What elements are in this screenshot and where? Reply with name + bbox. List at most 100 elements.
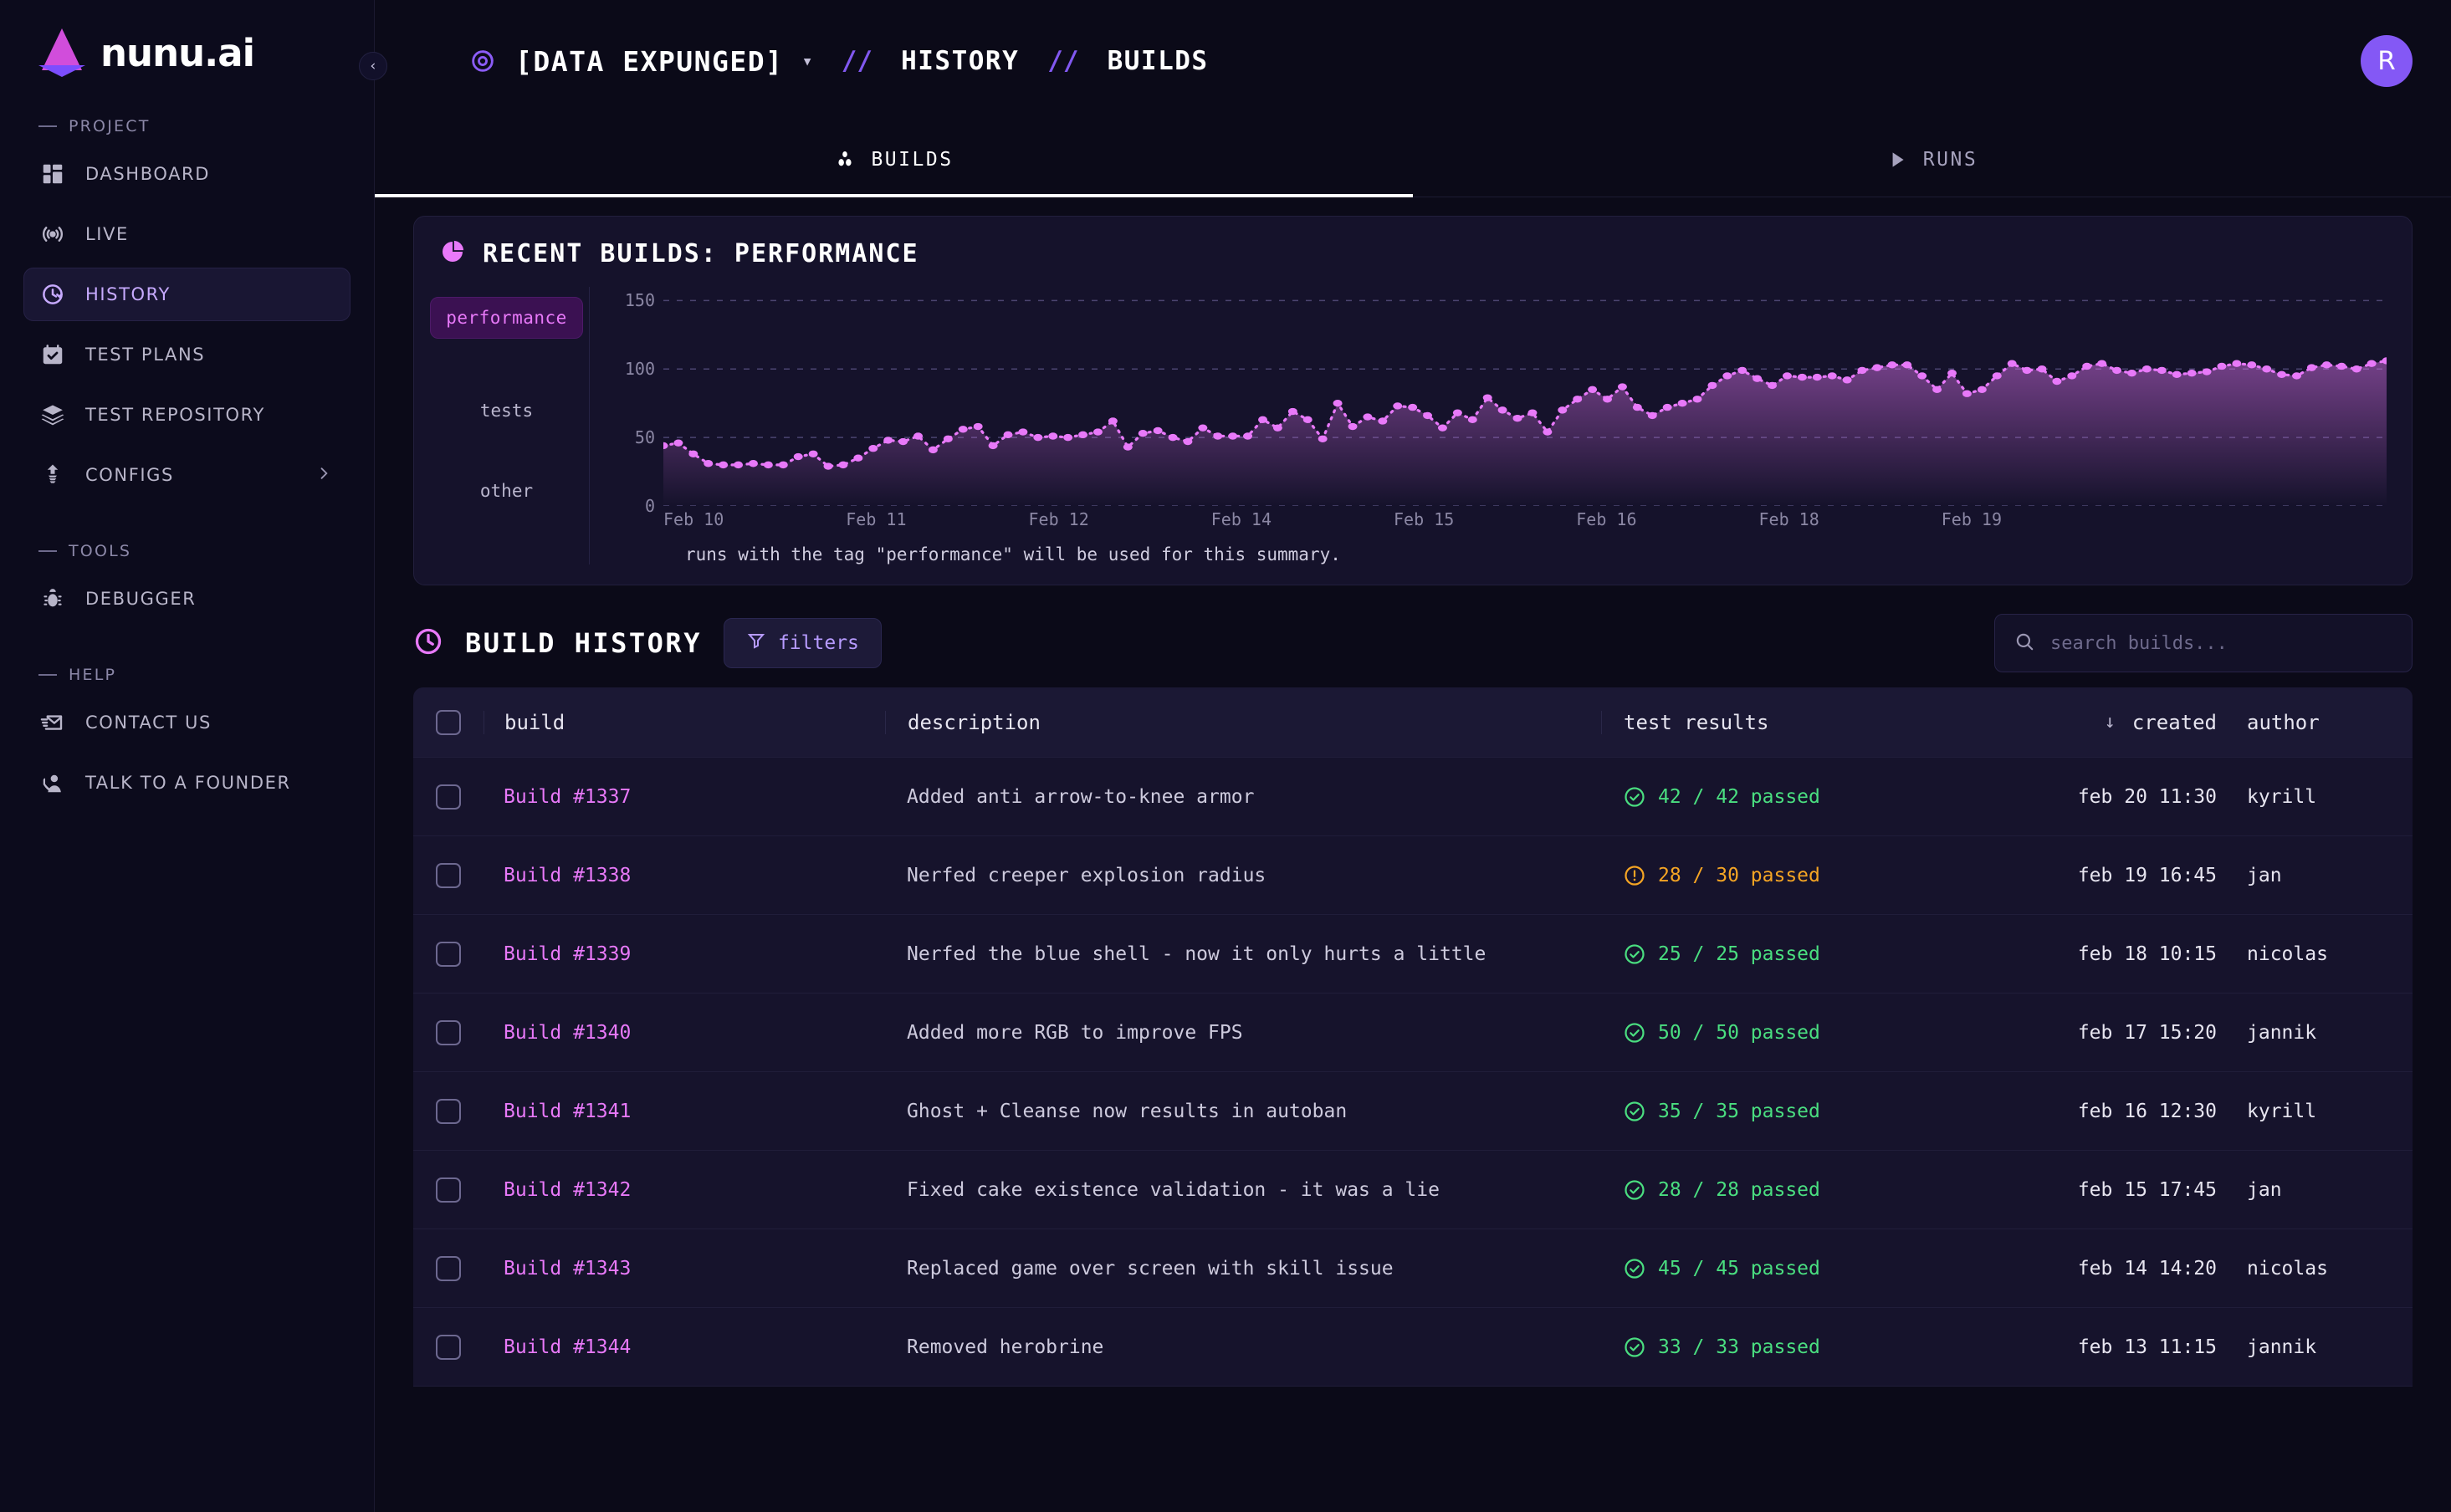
chevron-right-icon[interactable] (315, 465, 332, 486)
row-checkbox[interactable] (436, 863, 461, 888)
sidebar-item-test-plans[interactable]: TEST PLANS (23, 328, 351, 381)
author-text: nicolas (2247, 943, 2328, 965)
table-row[interactable]: Build #1337Added anti arrow-to-knee armo… (413, 758, 2413, 836)
row-select-cell[interactable] (413, 1099, 484, 1124)
table-row[interactable]: Build #1344Removed herobrine33 / 33 pass… (413, 1308, 2413, 1387)
cell-author: jan (2228, 1179, 2413, 1201)
row-select-cell[interactable] (413, 942, 484, 967)
breadcrumb-history[interactable]: HISTORY (901, 46, 1019, 76)
row-select-cell[interactable] (413, 1256, 484, 1281)
table-row[interactable]: Build #1342Fixed cake existence validati… (413, 1151, 2413, 1229)
cell-build: Build #1339 (484, 943, 885, 965)
chart-point (1858, 367, 1867, 374)
column-header-author[interactable]: author (2228, 711, 2413, 734)
tab-runs[interactable]: RUNS (1413, 122, 2451, 197)
sidebar-item-test-repository[interactable]: TEST REPOSITORY (23, 388, 351, 442)
row-checkbox[interactable] (436, 942, 461, 967)
table-row[interactable]: Build #1340Added more RGB to improve FPS… (413, 994, 2413, 1072)
chart-body: performance tests other 050100150 Feb 10… (439, 287, 2387, 564)
breadcrumb-separator-1: // (842, 46, 872, 76)
cell-description: Removed herobrine (885, 1336, 1601, 1358)
row-select-cell[interactable] (413, 1177, 484, 1203)
avatar[interactable]: R (2361, 35, 2413, 87)
sidebar-item-debugger[interactable]: DEBUGGER (23, 572, 351, 626)
chart-point (2038, 365, 2047, 372)
sidebar-item-dashboard[interactable]: DASHBOARD (23, 147, 351, 201)
select-all-checkbox[interactable] (436, 710, 461, 735)
row-checkbox[interactable] (436, 1256, 461, 1281)
build-link[interactable]: Build #1341 (504, 1101, 631, 1122)
description-text: Ghost + Cleanse now results in autoban (907, 1101, 1347, 1122)
table-row[interactable]: Build #1339Nerfed the blue shell - now i… (413, 915, 2413, 994)
test-results-text: 50 / 50 passed (1658, 1022, 1820, 1044)
chart-tag-other[interactable]: other (465, 471, 548, 511)
chevron-down-icon[interactable]: ▾ (802, 51, 813, 72)
build-link[interactable]: Build #1338 (504, 865, 631, 886)
table-row[interactable]: Build #1341 Ghost + Cleanse now results i… (413, 1072, 2413, 1151)
column-header-created[interactable]: ↓ created (1961, 711, 2228, 734)
author-text: jannik (2247, 1336, 2316, 1358)
chart-tag-tests[interactable]: tests (465, 391, 548, 431)
chart-tag-performance[interactable]: performance (430, 297, 583, 339)
breadcrumb-project[interactable]: [DATA EXPUNGED] (515, 45, 784, 78)
chart-point (1558, 406, 1567, 413)
table-row[interactable]: Build #1343 Replaced game over screen wit… (413, 1229, 2413, 1308)
chart-point (1527, 409, 1537, 416)
row-checkbox[interactable] (436, 1177, 461, 1203)
check-circle-icon (1623, 1336, 1646, 1359)
sidebar-item-label: HISTORY (85, 284, 171, 304)
row-select-cell[interactable] (413, 1335, 484, 1360)
cell-test-results: 28 / 28 passed (1601, 1178, 1961, 1202)
chart-point (688, 451, 698, 457)
check-circle-icon (1623, 1021, 1646, 1045)
row-select-cell[interactable] (413, 1020, 484, 1045)
breadcrumb-builds[interactable]: BUILDS (1108, 46, 1209, 76)
chart-point (1139, 430, 1148, 437)
search-builds-box[interactable] (1994, 614, 2413, 672)
row-checkbox[interactable] (436, 784, 461, 810)
filters-button[interactable]: filters (724, 618, 882, 668)
cell-created: feb 15 17:45 (1961, 1179, 2228, 1201)
build-link[interactable]: Build #1342 (504, 1179, 631, 1201)
sidebar-item-contact-us[interactable]: CONTACT US (23, 696, 351, 749)
column-header-description[interactable]: description (885, 711, 1601, 734)
funnel-icon (746, 631, 766, 656)
y-tick-label: 150 (625, 290, 655, 310)
settings-screw-icon (38, 461, 67, 489)
sidebar-section-label: HELP (69, 666, 116, 684)
sidebar-nav: PROJECTDASHBOARDLIVEHISTORYTEST PLANSTES… (0, 117, 374, 810)
column-header-test-results[interactable]: test results (1601, 711, 1961, 734)
description-text: Removed herobrine (907, 1336, 1103, 1358)
cell-author: nicolas (2228, 1258, 2413, 1280)
sidebar-item-talk-to-a-founder[interactable]: TALK TO A FOUNDER (23, 756, 351, 810)
build-history-table: build description test results ↓ created… (413, 687, 2413, 1387)
created-text: feb 16 12:30 (2078, 1101, 2217, 1122)
chart-point (1798, 374, 1807, 381)
brand-logo[interactable]: nunu.ai (0, 0, 374, 77)
sidebar-item-live[interactable]: LIVE (23, 207, 351, 261)
table-row[interactable]: Build #1338Nerfed creeper explosion radi… (413, 836, 2413, 915)
build-link[interactable]: Build #1340 (504, 1022, 631, 1044)
author-text: kyrill (2247, 786, 2316, 808)
sidebar-section-label: TOOLS (69, 542, 131, 560)
test-results-text: 25 / 25 passed (1658, 943, 1820, 965)
row-checkbox[interactable] (436, 1020, 461, 1045)
search-input[interactable] (2049, 632, 2393, 655)
select-all-cell[interactable] (413, 710, 484, 735)
column-header-build[interactable]: build (484, 711, 885, 734)
row-select-cell[interactable] (413, 784, 484, 810)
row-select-cell[interactable] (413, 863, 484, 888)
row-checkbox[interactable] (436, 1335, 461, 1360)
sidebar-item-configs[interactable]: CONFIGS (23, 448, 351, 502)
tab-builds[interactable]: BUILDS (375, 122, 1413, 197)
sidebar-item-history[interactable]: HISTORY (23, 268, 351, 321)
build-link[interactable]: Build #1343 (504, 1258, 631, 1280)
row-checkbox[interactable] (436, 1099, 461, 1124)
x-tick-label: Feb 19 (1942, 509, 2002, 529)
description-text: Replaced game over screen with skill iss… (907, 1258, 1394, 1280)
sidebar-collapse-button[interactable]: ‹ (359, 52, 387, 80)
build-link[interactable]: Build #1344 (504, 1336, 631, 1358)
clock-history-icon (38, 280, 67, 309)
build-link[interactable]: Build #1337 (504, 786, 631, 808)
build-link[interactable]: Build #1339 (504, 943, 631, 965)
